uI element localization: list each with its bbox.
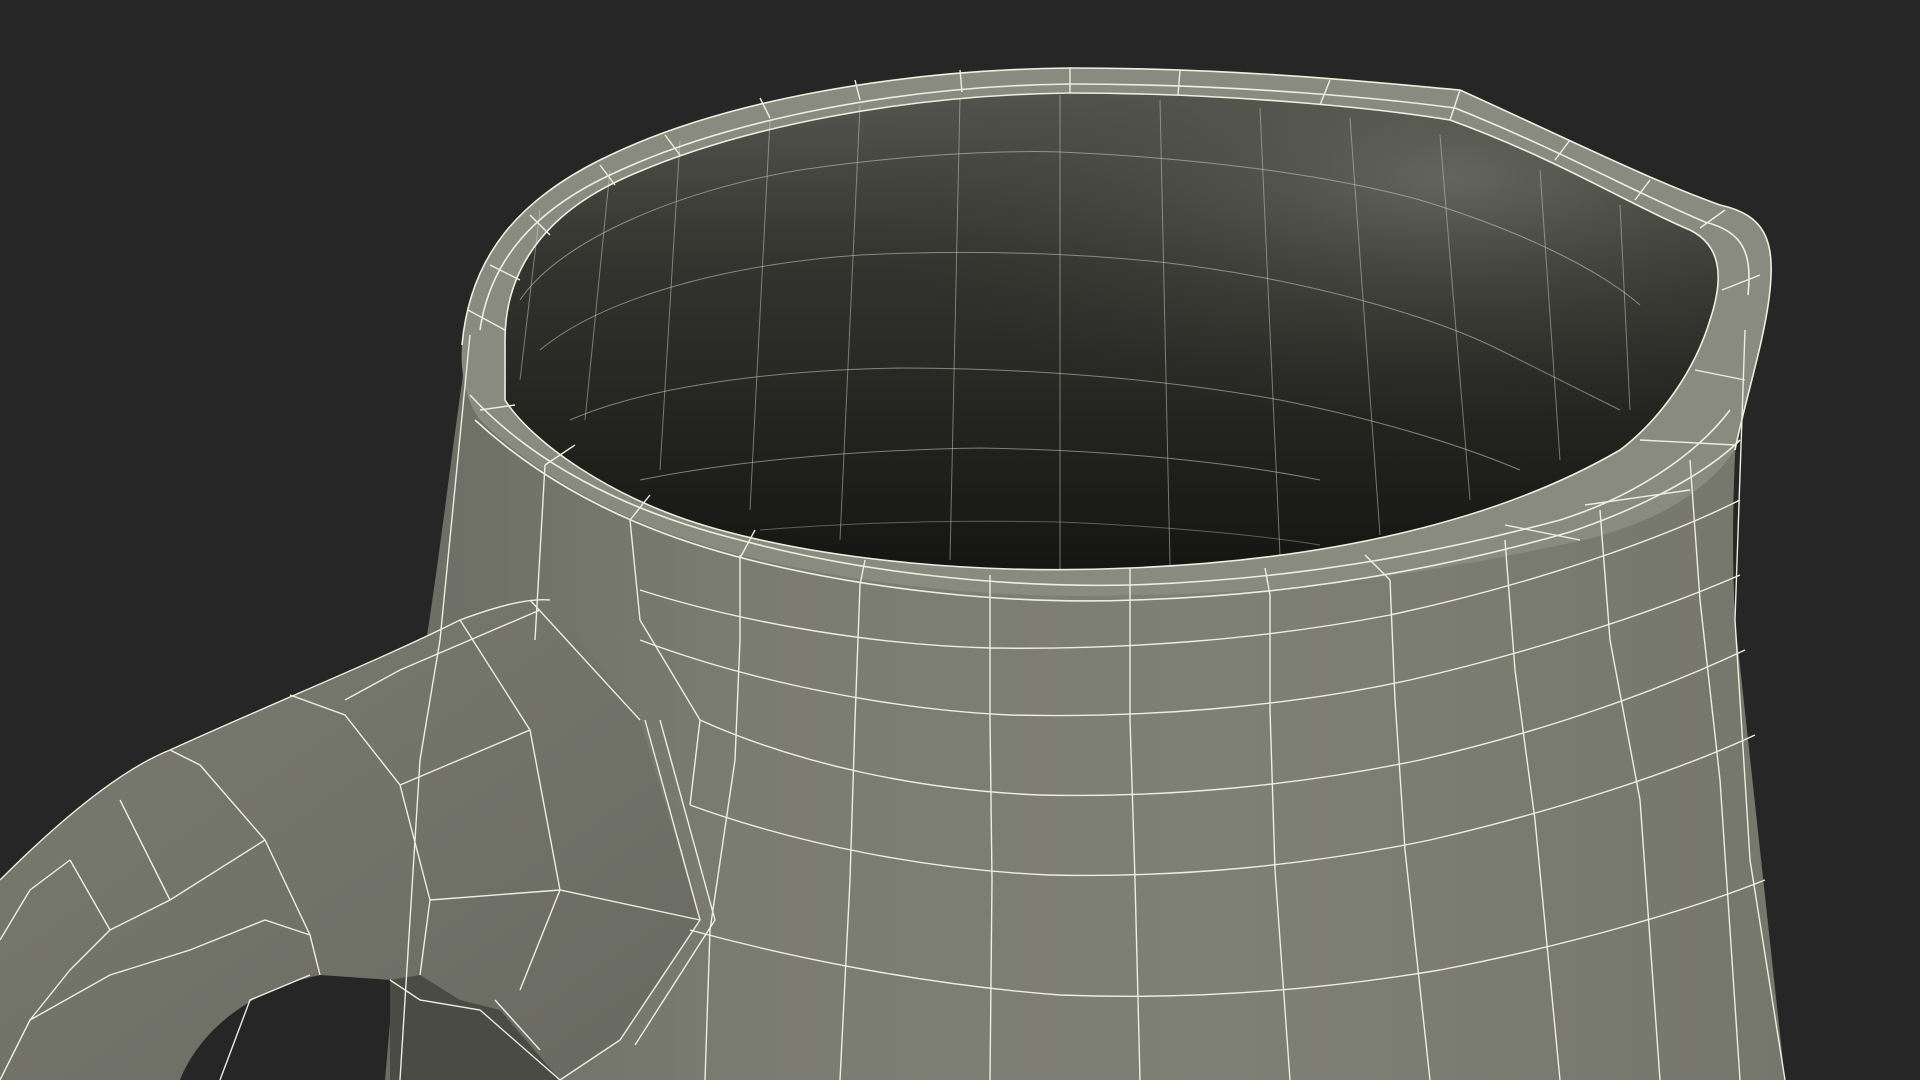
render-viewport [0, 0, 1920, 1080]
pitcher-render [0, 67, 1786, 1080]
